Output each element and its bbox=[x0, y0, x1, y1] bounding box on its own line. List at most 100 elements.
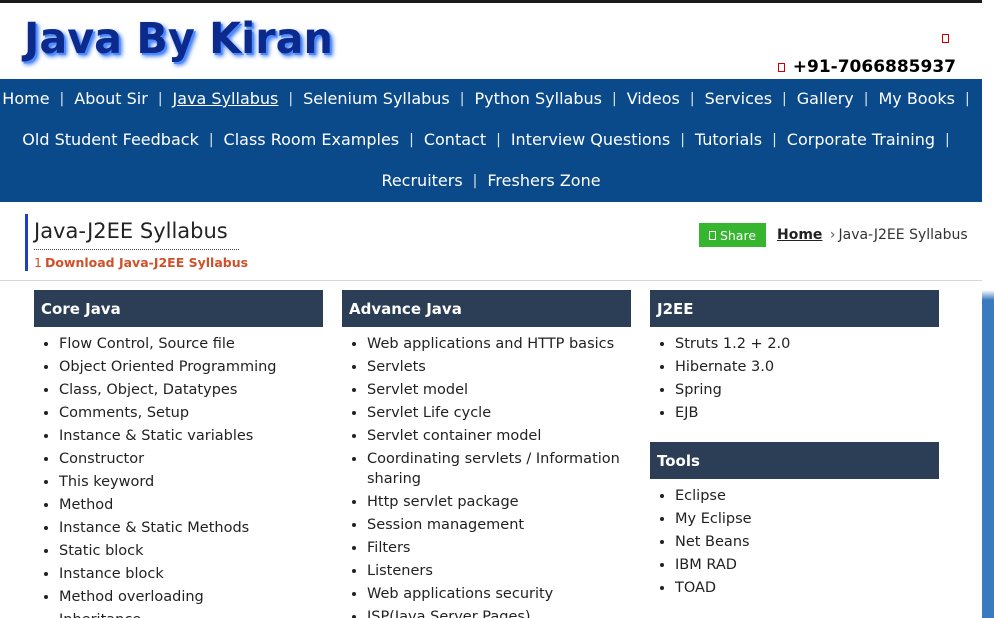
nav-row-1: Home | About Sir | Java Syllabus | Selenium Sy… bbox=[0, 89, 982, 108]
list-item: Http servlet package bbox=[367, 492, 631, 512]
nav-gallery[interactable]: Gallery bbox=[797, 89, 854, 108]
list-item: Filters bbox=[367, 538, 631, 558]
list-item: Method bbox=[59, 495, 323, 515]
nav-separator: | bbox=[288, 90, 294, 107]
social-icon[interactable] bbox=[942, 34, 949, 43]
list-item: Comments, Setup bbox=[59, 403, 323, 423]
nav-home[interactable]: Home bbox=[2, 89, 49, 108]
nav-separator: | bbox=[208, 131, 214, 148]
list-item: Session management bbox=[367, 515, 631, 535]
nav-interview-questions[interactable]: Interview Questions bbox=[511, 130, 670, 149]
nav-separator: | bbox=[964, 90, 970, 107]
download-row: 1 Download Java-J2EE Syllabus bbox=[34, 255, 248, 270]
list-item: IBM RAD bbox=[675, 555, 939, 575]
page: Java By Kiran +91-7066885937 Home | About … bbox=[0, 0, 982, 618]
list-item: My Eclipse bbox=[675, 509, 939, 529]
list-item: TOAD bbox=[675, 578, 939, 598]
tools-list: Eclipse My Eclipse Net Beans IBM RAD TOAD bbox=[650, 486, 939, 598]
divider bbox=[0, 280, 982, 281]
share-button[interactable]: Share bbox=[699, 223, 766, 247]
core-java-list: Flow Control, Source file Object Oriented… bbox=[34, 334, 323, 618]
core-java-heading: Core Java bbox=[34, 290, 323, 327]
list-item: Flow Control, Source file bbox=[59, 334, 323, 354]
list-item: Method overloading bbox=[59, 587, 323, 607]
phone-row: +91-7066885937 bbox=[777, 57, 956, 77]
list-item: Eclipse bbox=[675, 486, 939, 506]
nav-my-books[interactable]: My Books bbox=[878, 89, 955, 108]
phone-number: +91-7066885937 bbox=[792, 57, 956, 77]
advance-java-column: Advance Java Web applications and HTTP b… bbox=[342, 290, 631, 618]
page-title-block: Java-J2EE Syllabus 1 Download Java-J2EE S… bbox=[25, 214, 248, 271]
j2ee-list: Struts 1.2 + 2.0 Hibernate 3.0 Spring EJB bbox=[650, 334, 939, 423]
nav-separator: | bbox=[409, 131, 414, 148]
list-item: Static block bbox=[59, 541, 323, 561]
list-item: Coordinating servlets / Information shar… bbox=[367, 449, 631, 489]
list-item: Hibernate 3.0 bbox=[675, 357, 939, 377]
list-item: Servlet model bbox=[367, 380, 631, 400]
list-item: Class, Object, Datatypes bbox=[59, 380, 323, 400]
nav-separator: | bbox=[772, 131, 777, 148]
nav-separator: | bbox=[496, 131, 501, 148]
nav-row-2: Old Student Feedback | Class Room Examples… bbox=[0, 130, 982, 149]
list-item: Instance & Static Methods bbox=[59, 518, 323, 538]
tools-heading: Tools bbox=[650, 442, 939, 479]
nav-row-3: Recruiters | Freshers Zone bbox=[0, 171, 982, 190]
nav-separator: | bbox=[945, 131, 950, 148]
list-item: Instance & Static variables bbox=[59, 426, 323, 446]
advance-java-list: Web applications and HTTP basics Servlets… bbox=[342, 334, 631, 618]
nav-corporate-training[interactable]: Corporate Training bbox=[787, 130, 935, 149]
list-item: Servlets bbox=[367, 357, 631, 377]
list-item: Servlet Life cycle bbox=[367, 403, 631, 423]
download-syllabus-link[interactable]: Download Java-J2EE Syllabus bbox=[45, 255, 248, 270]
share-icon bbox=[708, 230, 716, 240]
core-java-column: Core Java Flow Control, Source file Objec… bbox=[34, 290, 323, 618]
list-item: Spring bbox=[675, 380, 939, 400]
list-item: JSP(Java Server Pages) bbox=[367, 607, 631, 618]
nav-java-syllabus[interactable]: Java Syllabus bbox=[173, 89, 279, 108]
list-item: Struts 1.2 + 2.0 bbox=[675, 334, 939, 354]
nav-class-room-examples[interactable]: Class Room Examples bbox=[224, 130, 400, 149]
nav-services[interactable]: Services bbox=[705, 89, 772, 108]
list-item: Listeners bbox=[367, 561, 631, 581]
nav-separator: | bbox=[611, 90, 617, 107]
nav-separator: | bbox=[157, 90, 163, 107]
list-item: Net Beans bbox=[675, 532, 939, 552]
breadcrumb-current: Java-J2EE Syllabus bbox=[838, 227, 968, 243]
nav-separator: | bbox=[680, 131, 685, 148]
download-number: 1 bbox=[34, 255, 42, 270]
breadcrumb: Home › Java-J2EE Syllabus bbox=[777, 227, 968, 243]
nav-videos[interactable]: Videos bbox=[627, 89, 680, 108]
list-item: Web applications security bbox=[367, 584, 631, 604]
list-item: Web applications and HTTP basics bbox=[367, 334, 631, 354]
list-item: Inheritance bbox=[59, 610, 323, 618]
nav-about-sir[interactable]: About Sir bbox=[74, 89, 148, 108]
nav-separator: | bbox=[782, 90, 787, 107]
site-logo[interactable]: Java By Kiran bbox=[24, 14, 333, 64]
main-navigation: Home | About Sir | Java Syllabus | Selenium Sy… bbox=[0, 79, 982, 202]
nav-separator: | bbox=[863, 90, 869, 107]
nav-recruiters[interactable]: Recruiters bbox=[381, 171, 462, 190]
nav-separator: | bbox=[459, 90, 465, 107]
list-item: This keyword bbox=[59, 472, 323, 492]
breadcrumb-separator: › bbox=[829, 227, 836, 243]
breadcrumb-home-link[interactable]: Home bbox=[777, 227, 822, 243]
nav-python-syllabus[interactable]: Python Syllabus bbox=[474, 89, 602, 108]
advance-java-heading: Advance Java bbox=[342, 290, 631, 327]
nav-contact[interactable]: Contact bbox=[424, 130, 486, 149]
nav-separator: | bbox=[59, 90, 65, 107]
list-item: Constructor bbox=[59, 449, 323, 469]
list-item: Object Oriented Programming bbox=[59, 357, 323, 377]
nav-tutorials[interactable]: Tutorials bbox=[695, 130, 762, 149]
nav-separator: | bbox=[472, 172, 478, 189]
list-item: Servlet container model bbox=[367, 426, 631, 446]
nav-freshers-zone[interactable]: Freshers Zone bbox=[487, 171, 600, 190]
j2ee-tools-column: J2EE Struts 1.2 + 2.0 Hibernate 3.0 Spring… bbox=[650, 290, 939, 601]
j2ee-heading: J2EE bbox=[650, 290, 939, 327]
nav-selenium-syllabus[interactable]: Selenium Syllabus bbox=[303, 89, 450, 108]
list-item: EJB bbox=[675, 403, 939, 423]
list-item: Instance block bbox=[59, 564, 323, 584]
nav-separator: | bbox=[689, 90, 695, 107]
nav-old-student-feedback[interactable]: Old Student Feedback bbox=[22, 130, 199, 149]
scrollbar-strip bbox=[982, 0, 994, 618]
share-label: Share bbox=[719, 227, 757, 243]
